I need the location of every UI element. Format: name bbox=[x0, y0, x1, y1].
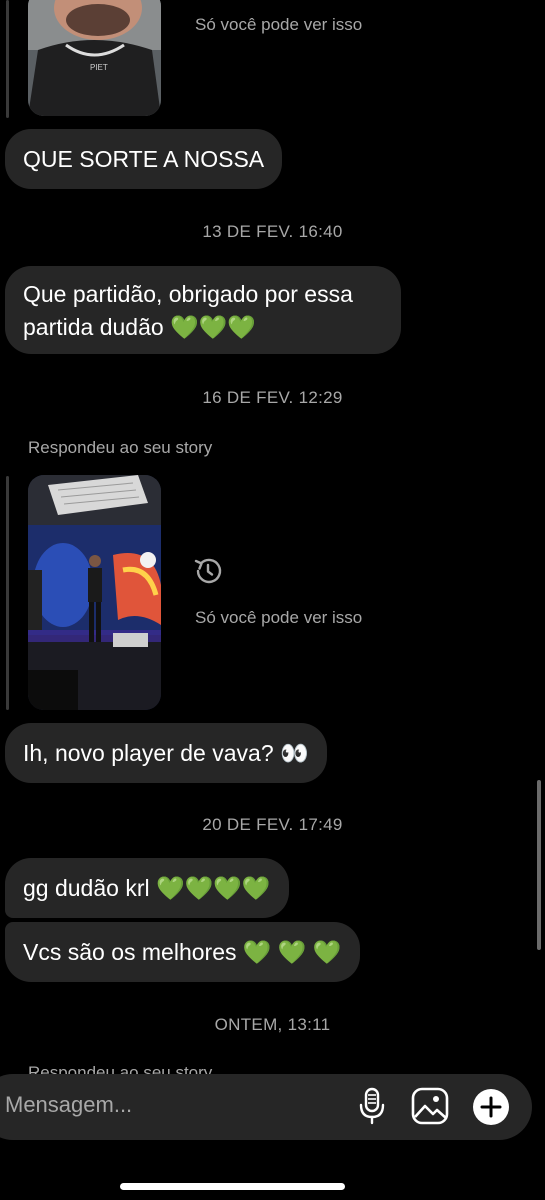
timestamp: 16 DE FEV. 12:29 bbox=[202, 388, 343, 407]
history-icon bbox=[194, 558, 222, 584]
only-you-text: Só você pode ver isso bbox=[195, 608, 363, 627]
message-bubble[interactable]: gg dudão krl 💚💚💚💚 bbox=[5, 858, 289, 918]
plus-icon[interactable] bbox=[472, 1088, 510, 1126]
eyes-emoji: 👀 bbox=[280, 740, 309, 766]
message-bubble[interactable]: QUE SORTE A NOSSA bbox=[5, 129, 283, 189]
message-bubble[interactable]: Vcs são os melhores 💚 💚 💚 bbox=[5, 922, 360, 982]
replied-to-story-label: Respondeu ao seu story bbox=[28, 438, 213, 457]
story-thumbnail[interactable] bbox=[28, 475, 161, 710]
message-text: Que partidão, obrigado por essa bbox=[23, 281, 353, 307]
message-text: QUE SORTE A NOSSA bbox=[23, 146, 265, 172]
story-image-stage bbox=[28, 475, 161, 710]
timestamp: ONTEM, 13:11 bbox=[214, 1015, 331, 1034]
timestamp: 20 DE FEV. 17:49 bbox=[202, 815, 343, 834]
green-heart-emoji: 💚💚💚💚 bbox=[155, 875, 271, 901]
green-heart-emoji: 💚 💚 💚 bbox=[242, 939, 342, 965]
scrollbar[interactable] bbox=[537, 780, 541, 950]
message-bubble[interactable]: Ih, novo player de vava? 👀 bbox=[5, 723, 327, 783]
home-indicator[interactable] bbox=[120, 1183, 345, 1190]
timestamp: 13 DE FEV. 16:40 bbox=[202, 222, 343, 241]
message-text: gg dudão krl bbox=[23, 875, 150, 901]
story-reply-line bbox=[6, 476, 9, 710]
story-reply-line bbox=[6, 0, 9, 118]
story-thumbnail-top[interactable]: PIET bbox=[28, 0, 161, 116]
gallery-icon[interactable] bbox=[411, 1087, 449, 1125]
message-bubble[interactable]: Que partidão, obrigado por essa partida … bbox=[5, 266, 401, 354]
message-text-line2: partida dudão 💚💚💚 bbox=[23, 314, 256, 340]
message-text: Ih, novo player de vava? bbox=[23, 740, 274, 766]
svg-text:PIET: PIET bbox=[90, 63, 108, 72]
story-image-person: PIET bbox=[28, 0, 161, 116]
microphone-icon[interactable] bbox=[356, 1087, 388, 1125]
only-you-text: Só você pode ver isso bbox=[195, 15, 363, 34]
message-input[interactable]: Mensagem... bbox=[5, 1092, 132, 1118]
message-text: Vcs são os melhores bbox=[23, 939, 237, 965]
green-heart-emoji: 💚💚💚 bbox=[170, 314, 256, 340]
